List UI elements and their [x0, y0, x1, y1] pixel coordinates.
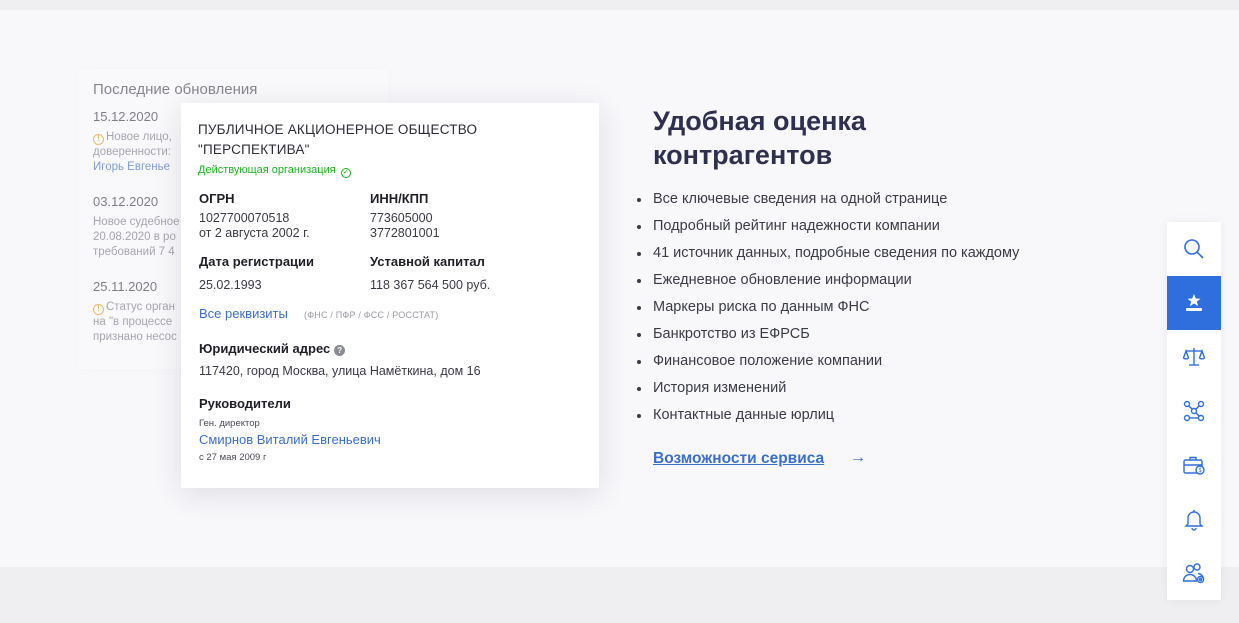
warning-icon: ! — [93, 134, 104, 145]
warning-icon: ! — [93, 304, 104, 315]
people-gear-icon — [1182, 563, 1205, 584]
arrow-right-icon: → — [850, 449, 866, 466]
company-button[interactable] — [1167, 276, 1221, 330]
all-requisites-link[interactable]: Все реквизиты — [199, 306, 288, 321]
legal-address-value: 117420, город Москва, улица Намёткина, д… — [199, 364, 481, 378]
update-text-line: Новое лицо, — [106, 131, 172, 143]
feature-list: Все ключевые сведения на одной странице … — [637, 187, 1019, 430]
feature-item: Все ключевые сведения на одной странице — [637, 187, 1019, 214]
arbitration-button[interactable] — [1167, 330, 1221, 384]
ogrn-label: ОГРН — [199, 191, 235, 206]
feature-item: Ежедневное обновление информации — [637, 268, 1019, 295]
inn-kpp-label: ИНН/КПП — [370, 191, 429, 206]
feature-item: Подробный рейтинг надежности компании — [637, 214, 1019, 241]
company-name: ПУБЛИЧНОЕ АКЦИОНЕРНОЕ ОБЩЕСТВО "ПЕРСПЕКТ… — [198, 122, 478, 157]
users-settings-button[interactable] — [1167, 546, 1221, 600]
side-toolbar: $ — [1167, 222, 1221, 600]
search-button[interactable] — [1167, 222, 1221, 276]
status-text: Действующая организация — [198, 164, 336, 176]
scales-icon — [1182, 348, 1206, 366]
recent-updates-title: Последние обновления — [93, 81, 258, 98]
company-card: ПУБЛИЧНОЕ АКЦИОНЕРНОЕ ОБЩЕСТВО "ПЕРСПЕКТ… — [181, 103, 599, 488]
kpp-value: 3772801001 — [370, 226, 440, 240]
finance-button[interactable]: $ — [1167, 438, 1221, 492]
update-text-line: Статус орган — [106, 301, 176, 313]
ogrn-value: 1027700070518 — [199, 211, 290, 225]
capital-label: Уставной капитал — [370, 254, 485, 269]
check-circle-icon: ✓ — [340, 168, 351, 178]
svg-text:$: $ — [1198, 467, 1202, 474]
feature-item: 41 источник данных, подробные сведения п… — [637, 241, 1019, 268]
feature-item: История изменений — [637, 376, 1019, 403]
notifications-button[interactable] — [1167, 492, 1221, 546]
service-features-link[interactable]: Возможности сервиса — [653, 450, 824, 468]
connections-button[interactable] — [1167, 384, 1221, 438]
help-icon[interactable]: ? — [334, 345, 346, 356]
company-star-icon — [1186, 294, 1202, 311]
feature-item: Банкротство из ЕФРСБ — [637, 322, 1019, 349]
inn-value: 773605000 — [370, 211, 433, 225]
legal-address-label: Юридический адрес? — [199, 341, 346, 356]
feature-item: Контактные данные юрлиц — [637, 403, 1019, 430]
requisites-sources: (ФНС / ПФР / ФСС / РОССТАТ) — [304, 310, 439, 320]
ogrn-date: от 2 августа 2002 г. — [199, 226, 310, 240]
feature-item: Финансовое положение компании — [637, 349, 1019, 376]
feature-item: Маркеры риска по данным ФНС — [637, 295, 1019, 322]
network-icon — [1183, 400, 1205, 422]
legal-address-label-text: Юридический адрес — [199, 341, 331, 356]
managers-label: Руководители — [199, 396, 291, 411]
company-status: Действующая организация ✓ — [198, 164, 351, 178]
registration-date-label: Дата регистрации — [199, 254, 315, 269]
bell-icon — [1184, 510, 1204, 531]
briefcase-money-icon: $ — [1183, 456, 1205, 475]
section-heading: Удобная оценка контрагентов — [653, 106, 866, 170]
capital-value: 118 367 564 500 руб. — [370, 278, 491, 292]
registration-date-value: 25.02.1993 — [199, 278, 262, 292]
manager-since: с 27 мая 2009 г — [199, 452, 267, 463]
manager-name-link[interactable]: Смирнов Виталий Евгеньевич — [199, 432, 381, 447]
search-icon — [1184, 239, 1204, 259]
manager-role: Ген. директор — [199, 418, 260, 429]
